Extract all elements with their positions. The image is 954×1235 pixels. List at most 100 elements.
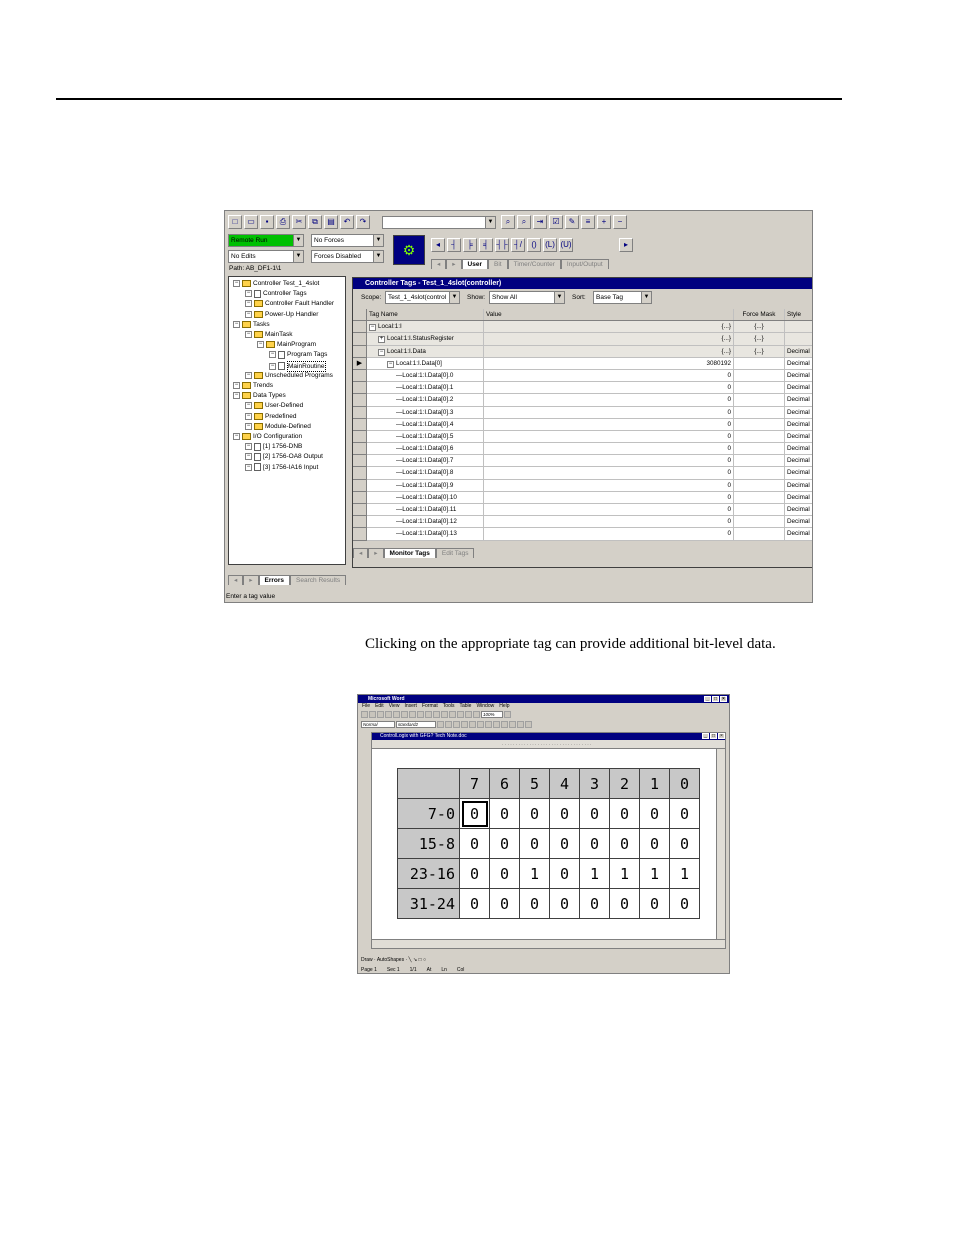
organizer-item[interactable]: − MainProgram bbox=[257, 340, 316, 349]
font-color-icon[interactable] bbox=[525, 721, 532, 728]
tag-row[interactable]: − Local:1:I.Data {...} {...} Decimal bbox=[367, 345, 812, 358]
style-cell[interactable]: Decimal bbox=[785, 480, 812, 491]
organizer-item[interactable]: − [1] 1756-DNB bbox=[245, 442, 302, 451]
bit-cell[interactable]: 0 bbox=[639, 888, 670, 919]
organizer-item[interactable]: − Controller Test_1_4slot bbox=[233, 279, 319, 288]
tag-value-cell[interactable]: 0 bbox=[484, 369, 734, 382]
highlight-icon[interactable] bbox=[517, 721, 524, 728]
organizer-item[interactable]: − Trends bbox=[233, 381, 273, 390]
tab-user[interactable]: User bbox=[461, 259, 488, 269]
bit-cell[interactable]: 1 bbox=[519, 858, 550, 889]
style-cell[interactable]: Decimal bbox=[785, 394, 812, 405]
row-selector[interactable] bbox=[353, 516, 367, 529]
bit-cell[interactable]: 0 bbox=[549, 798, 580, 829]
style-cell[interactable]: Decimal bbox=[785, 370, 812, 381]
bit-cell[interactable]: 0 bbox=[549, 858, 580, 889]
expand-icon[interactable]: − bbox=[233, 433, 240, 440]
force-mask-cell[interactable]: {...} bbox=[734, 321, 785, 333]
bit-cell[interactable]: 0 bbox=[609, 798, 640, 829]
force-mask-cell[interactable] bbox=[734, 369, 785, 382]
force-mask-cell[interactable] bbox=[734, 430, 785, 443]
organizer-item[interactable]: − Data Types bbox=[233, 391, 286, 400]
tag-row[interactable]: —Local:1:I.Data[0].2 0 Decimal bbox=[367, 394, 812, 407]
find-icon[interactable]: ⌕ bbox=[501, 215, 515, 229]
row-selector[interactable] bbox=[353, 394, 367, 407]
maximize-icon[interactable]: □ bbox=[710, 733, 717, 739]
tag-value-cell[interactable]: 0 bbox=[484, 516, 734, 528]
draw-menu[interactable]: Draw bbox=[361, 957, 373, 963]
row-selector[interactable] bbox=[353, 528, 367, 541]
bit-cell[interactable]: 0 bbox=[609, 888, 640, 919]
row-selector[interactable] bbox=[353, 455, 367, 468]
zoom-out-icon[interactable]: − bbox=[613, 215, 627, 229]
tab-errors[interactable]: Errors bbox=[258, 575, 291, 585]
style-box[interactable]: Normal bbox=[361, 721, 395, 728]
style-cell[interactable]: Decimal bbox=[785, 504, 812, 515]
tab-timer-counter[interactable]: Timer/Counter bbox=[507, 259, 561, 269]
style-cell[interactable] bbox=[785, 333, 812, 344]
style-cell[interactable]: Decimal bbox=[785, 516, 812, 527]
tab-next-icon[interactable]: ▸ bbox=[368, 548, 384, 558]
force-mask-cell[interactable] bbox=[734, 357, 785, 369]
tag-row[interactable]: —Local:1:I.Data[0].6 0 Decimal bbox=[367, 443, 812, 456]
tab-monitor-tags[interactable]: Monitor Tags bbox=[383, 548, 436, 558]
horizontal-scrollbar[interactable] bbox=[372, 939, 725, 948]
bit-cell[interactable]: 0 bbox=[489, 858, 520, 889]
help-icon[interactable] bbox=[504, 711, 511, 718]
tag-row[interactable]: —Local:1:I.Data[0].5 0 Decimal bbox=[367, 430, 812, 444]
menu-window[interactable]: Window bbox=[476, 703, 494, 710]
style-cell[interactable]: Decimal bbox=[785, 467, 812, 478]
menu-help[interactable]: Help bbox=[499, 703, 509, 710]
tag-value-cell[interactable]: 0 bbox=[484, 418, 734, 430]
vertical-scrollbar[interactable] bbox=[716, 749, 725, 939]
menu-file[interactable]: File bbox=[362, 703, 370, 710]
branch-icon[interactable]: ╞ bbox=[463, 238, 477, 252]
tag-row[interactable]: —Local:1:I.Data[0].11 0 Decimal bbox=[367, 504, 812, 517]
paste-icon[interactable]: ▤ bbox=[324, 215, 338, 229]
bit-cell[interactable]: 1 bbox=[609, 858, 640, 889]
organizer-item[interactable]: − [2] 1756-OA8 Output bbox=[245, 452, 323, 461]
tag-row[interactable]: —Local:1:I.Data[0].3 0 Decimal bbox=[367, 406, 812, 419]
expand-icon[interactable]: − bbox=[233, 320, 240, 328]
tag-name-cell[interactable]: − Local:1:I bbox=[367, 321, 484, 333]
undo-icon[interactable]: ↶ bbox=[340, 215, 354, 229]
collapse-icon[interactable]: − bbox=[378, 348, 385, 356]
bit-cell[interactable]: 0 bbox=[639, 798, 670, 829]
minimize-icon[interactable]: _ bbox=[704, 696, 711, 702]
style-cell[interactable]: Decimal bbox=[785, 346, 812, 357]
tab-input-output[interactable]: Input/Output bbox=[560, 259, 609, 269]
expand-icon[interactable]: − bbox=[233, 382, 240, 389]
tab-prev-icon[interactable]: ◂ bbox=[431, 259, 447, 269]
tab-prev-icon[interactable]: ◂ bbox=[353, 548, 369, 558]
bit-cell[interactable]: 0 bbox=[519, 888, 550, 919]
row-selector[interactable] bbox=[353, 504, 367, 517]
style-cell[interactable]: Decimal bbox=[785, 382, 812, 393]
scroll-left-icon[interactable]: ◂ bbox=[431, 238, 445, 252]
tab-next-icon[interactable]: ▸ bbox=[243, 575, 259, 585]
properties-icon[interactable]: ≡ bbox=[581, 215, 595, 229]
tag-name-cell[interactable]: —Local:1:I.Data[0].3 bbox=[367, 406, 484, 418]
find-next-icon[interactable]: ⌕ bbox=[517, 215, 531, 229]
tag-row[interactable]: —Local:1:I.Data[0].8 0 Decimal bbox=[367, 467, 812, 480]
bit-cell[interactable]: 0 bbox=[459, 828, 490, 859]
force-mask-cell[interactable] bbox=[734, 406, 785, 418]
bit-cell[interactable]: 0 bbox=[669, 798, 700, 829]
xio-icon[interactable]: ┤/ bbox=[511, 238, 525, 252]
bit-cell[interactable]: 0 bbox=[459, 888, 490, 919]
tab-next-icon[interactable]: ▸ bbox=[446, 259, 462, 269]
menu-table[interactable]: Table bbox=[459, 703, 471, 710]
tag-row[interactable]: − Local:1:I.Data[0] 3080192 Decimal bbox=[367, 357, 812, 370]
tag-name-cell[interactable]: —Local:1:I.Data[0].9 bbox=[367, 479, 484, 491]
columns-icon[interactable] bbox=[473, 711, 480, 718]
tag-name-cell[interactable]: —Local:1:I.Data[0].11 bbox=[367, 504, 484, 516]
bit-cell[interactable]: 0 bbox=[639, 828, 670, 859]
borders-icon[interactable] bbox=[509, 721, 516, 728]
justify-icon[interactable] bbox=[485, 721, 492, 728]
expand-icon[interactable]: − bbox=[233, 392, 240, 400]
underline-icon[interactable] bbox=[453, 721, 460, 728]
tag-value-cell[interactable]: 0 bbox=[484, 430, 734, 443]
organizer-item[interactable]: − Tasks bbox=[233, 320, 270, 329]
bit-cell[interactable]: 1 bbox=[669, 858, 700, 889]
bit-cell[interactable]: 0 bbox=[459, 858, 490, 889]
zoom-in-icon[interactable]: + bbox=[597, 215, 611, 229]
